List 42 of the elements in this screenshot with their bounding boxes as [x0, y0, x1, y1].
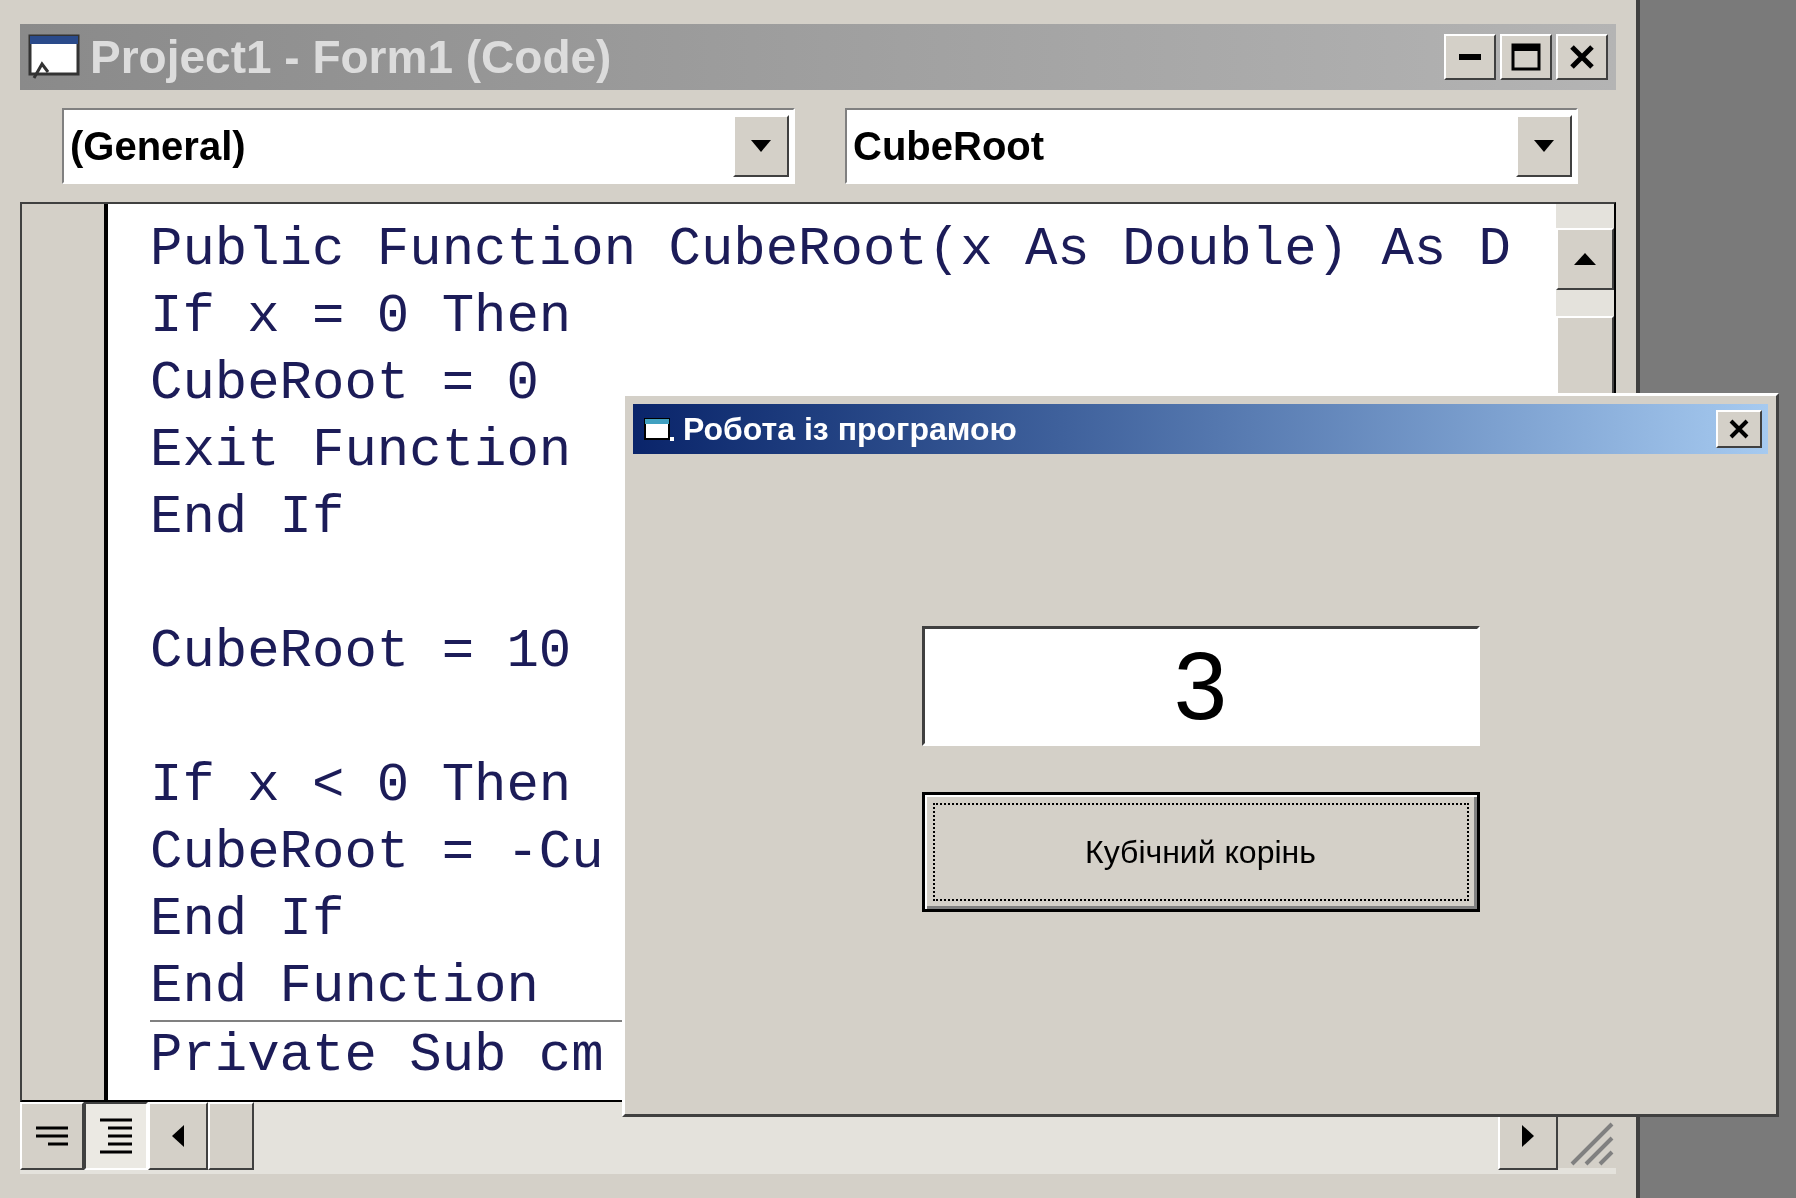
code-line: End Function [150, 955, 539, 1019]
code-line: CubeRoot = 10 [150, 620, 572, 684]
code-line: If x = 0 Then [150, 285, 572, 349]
caret-down-icon [751, 140, 771, 152]
window-icon [28, 34, 80, 80]
code-line: If x < 0 Then [150, 754, 572, 818]
scroll-up-button[interactable] [1556, 228, 1614, 290]
close-button[interactable] [1556, 34, 1608, 80]
code-line: CubeRoot = 0 [150, 352, 539, 416]
arrow-right-icon [1522, 1125, 1534, 1147]
full-module-view-button[interactable] [84, 1102, 148, 1170]
dropdown-button[interactable] [733, 115, 789, 177]
scroll-thumb[interactable] [1556, 316, 1614, 396]
lines-icon [98, 1116, 134, 1156]
maximize-icon [1511, 43, 1541, 71]
cube-root-button[interactable]: Кубічний корінь [921, 792, 1480, 912]
minimize-icon [1459, 54, 1481, 60]
code-line: Public Function CubeRoot(x As Double) As D [150, 218, 1512, 282]
code-line: CubeRoot = -Cu [150, 821, 604, 885]
close-icon [1569, 44, 1595, 70]
code-line: Exit Function [150, 419, 572, 483]
arrow-up-icon [1574, 253, 1596, 265]
result-field[interactable]: 3 [921, 626, 1480, 746]
dropdown-button[interactable] [1516, 115, 1572, 177]
procedure-view-button[interactable] [20, 1102, 84, 1170]
scroll-thumb[interactable] [208, 1102, 254, 1170]
close-icon [1728, 418, 1750, 440]
maximize-button[interactable] [1500, 34, 1552, 80]
arrow-left-icon [172, 1125, 184, 1147]
lines-icon [34, 1126, 70, 1146]
procedure-dropdown[interactable]: CubeRoot [845, 108, 1578, 184]
code-line: End If [150, 486, 345, 550]
close-button[interactable] [1716, 410, 1762, 448]
window-title: Project1 - Form1 (Code) [90, 29, 613, 85]
form-icon [643, 415, 675, 443]
object-dropdown[interactable]: (General) [62, 108, 795, 184]
code-line: Private Sub cm [150, 1024, 604, 1088]
code-line: End If [150, 888, 345, 952]
scroll-left-button[interactable] [148, 1102, 208, 1170]
caret-down-icon [1534, 140, 1554, 152]
dialog-title: Робота із програмою [683, 410, 1018, 449]
minimize-button[interactable] [1444, 34, 1496, 80]
